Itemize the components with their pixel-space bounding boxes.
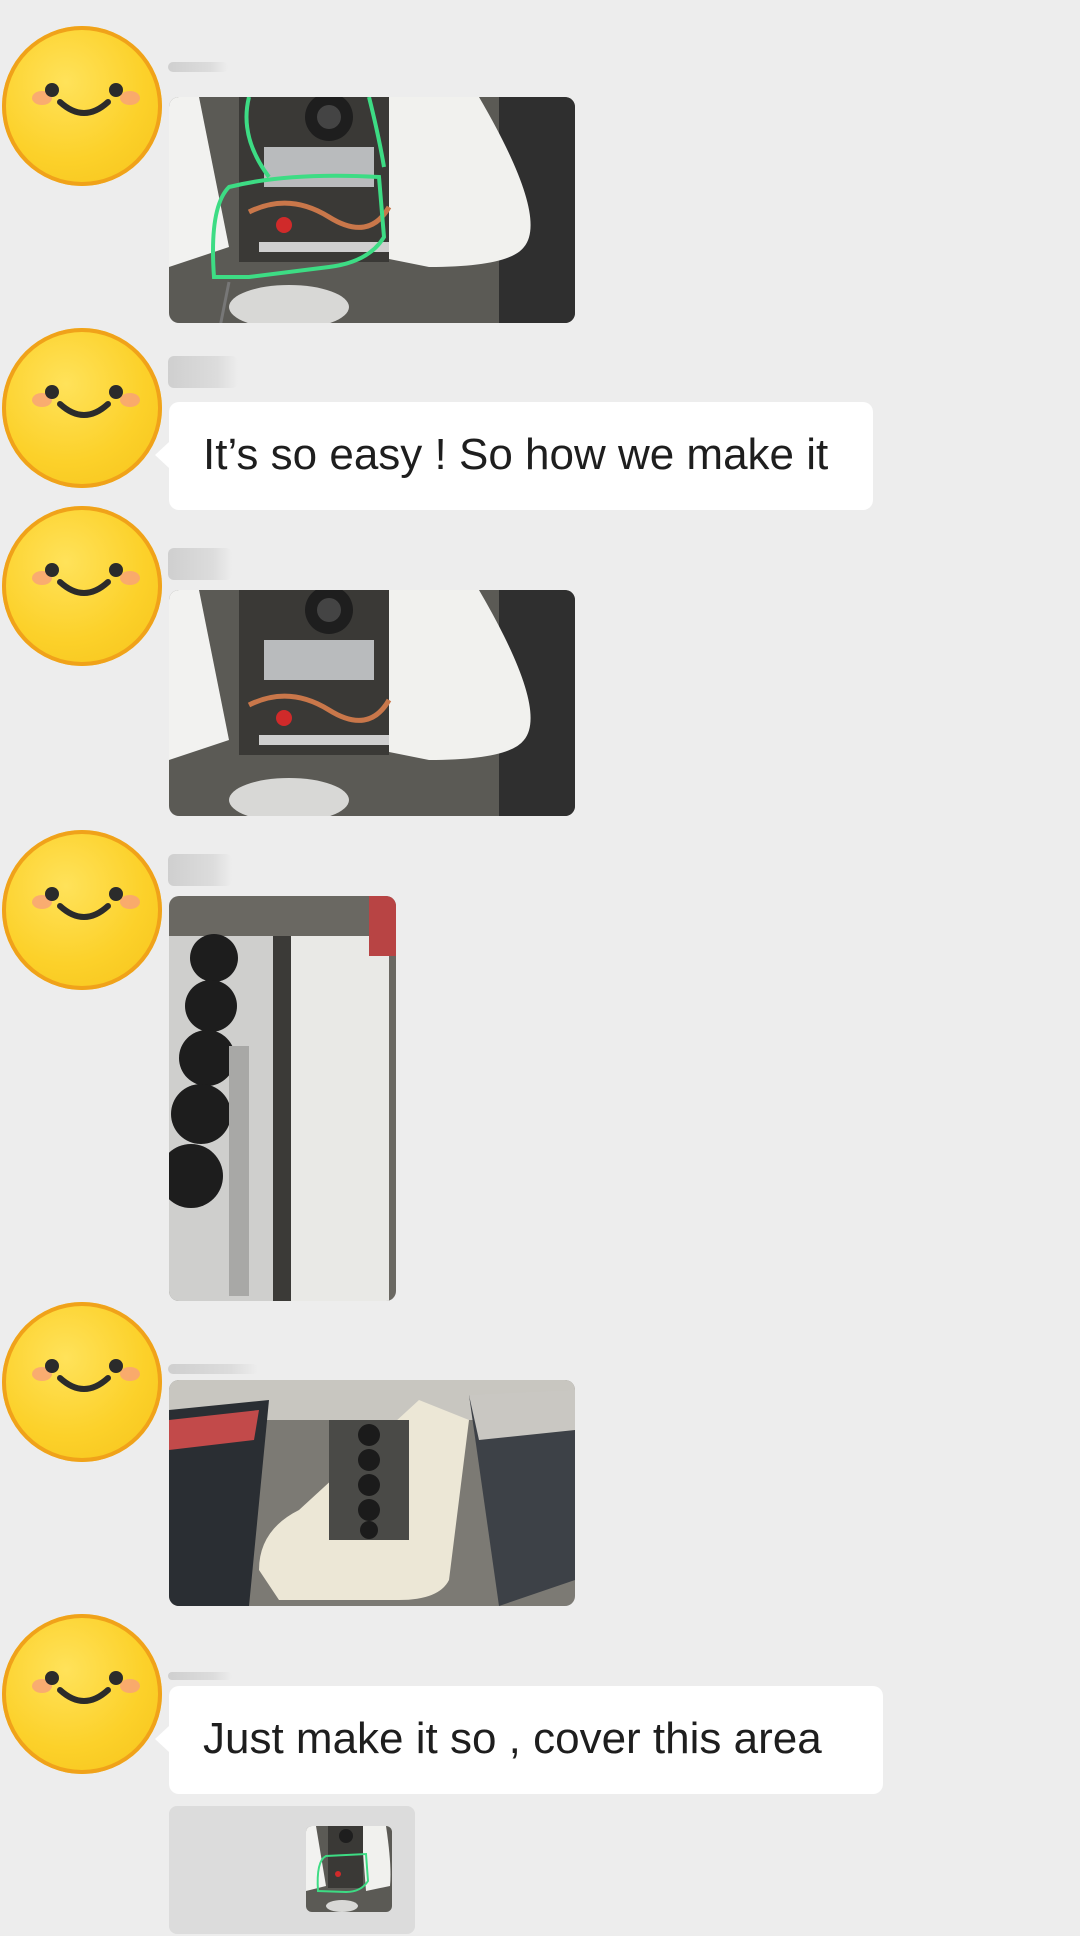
image-preview-card[interactable] <box>169 1806 415 1934</box>
sender-name <box>168 854 232 886</box>
smiley-face-icon <box>32 1359 140 1392</box>
message-text: Just make it so , cover this area <box>203 1714 822 1763</box>
avatar[interactable] <box>2 328 162 488</box>
message-text: It’s so easy ! So how we make it <box>203 430 829 479</box>
message-image[interactable] <box>306 1826 392 1912</box>
smiley-face-icon <box>32 1671 140 1704</box>
sender-name <box>168 1672 232 1680</box>
smiley-face-icon <box>32 563 140 596</box>
avatar[interactable] <box>2 830 162 990</box>
smiley-face-icon <box>32 385 140 418</box>
avatar[interactable] <box>2 26 162 186</box>
ac-unit-annotated-photo-icon <box>169 97 575 323</box>
avatar[interactable] <box>2 506 162 666</box>
message-image[interactable] <box>169 97 575 323</box>
sender-name <box>168 356 238 388</box>
message-image[interactable] <box>169 1380 575 1606</box>
sender-name <box>168 62 228 72</box>
ac-unit-open-photo-icon <box>169 590 575 816</box>
message-bubble[interactable]: It’s so easy ! So how we make it <box>155 402 873 510</box>
avatar[interactable] <box>2 1614 162 1774</box>
message-image[interactable] <box>169 590 575 816</box>
smiley-face-icon <box>32 887 140 920</box>
avatar[interactable] <box>2 1302 162 1462</box>
smiley-face-icon <box>32 83 140 116</box>
ac-unit-thumbnail-photo-icon <box>306 1826 392 1912</box>
sender-name <box>168 548 232 580</box>
sender-name <box>168 1364 258 1374</box>
message-image[interactable] <box>169 896 396 1301</box>
ac-unit-bus-roof-photo-icon <box>169 1380 575 1606</box>
message-bubble[interactable]: Just make it so , cover this area <box>155 1686 883 1794</box>
ac-unit-side-photo-icon <box>169 896 396 1301</box>
